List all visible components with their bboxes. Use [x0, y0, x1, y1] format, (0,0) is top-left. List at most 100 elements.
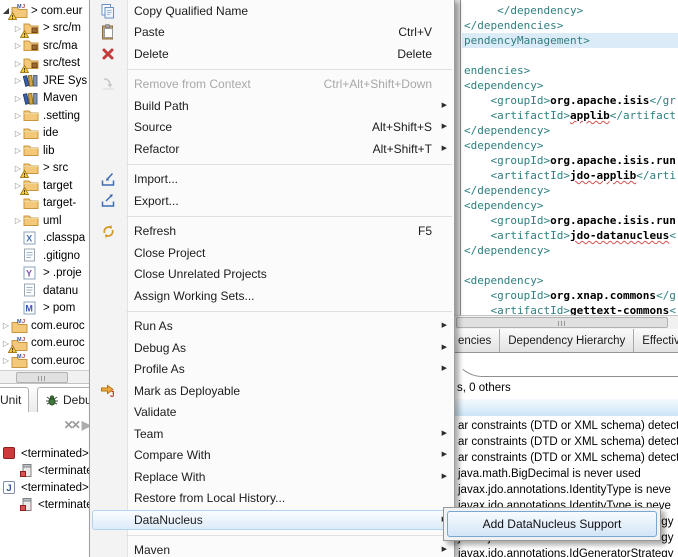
code-line[interactable]: <dependency> [464, 138, 543, 153]
code-line[interactable]: <groupId>org.apache.isis.run [464, 153, 676, 168]
expand-arrow-icon[interactable]: ▷ [13, 107, 23, 124]
tree-item-src[interactable]: ▷> src [13, 160, 68, 177]
menu-item-replace-with[interactable]: Replace With▶ [90, 466, 454, 488]
menu-item-import[interactable]: Import... [90, 169, 454, 191]
explorer-hscrollbar[interactable] [0, 370, 90, 384]
code-line[interactable]: <dependency> [464, 273, 543, 288]
menu-item-close-unrelated-projects[interactable]: Close Unrelated Projects [90, 264, 454, 286]
code-line[interactable]: <artifactId>gettext-commons< [464, 303, 676, 315]
expand-arrow-icon[interactable]: ▷ [13, 142, 23, 159]
menu-item-assign-working-sets[interactable]: Assign Working Sets... [90, 285, 454, 307]
menu-item-datanucleus[interactable]: DataNucleus▶ [90, 509, 454, 531]
expand-arrow-icon[interactable]: ▷ [13, 37, 23, 54]
tree-item-lib[interactable]: ▷lib [13, 142, 55, 159]
tab-dependencies[interactable]: encies [455, 329, 500, 352]
menu-item-profile-as[interactable]: Profile As▶ [90, 359, 454, 381]
code-line[interactable]: <artifactId>applib</artifact [464, 108, 676, 123]
expand-arrow-icon[interactable]: ▷ [13, 90, 23, 107]
tree-item-datanu[interactable]: datanu [13, 282, 78, 299]
debug-launch-row[interactable]: <terminate [20, 462, 93, 479]
code-line[interactable]: <dependency> [464, 198, 543, 213]
explorer-hscrollbar-thumb[interactable] [16, 372, 68, 383]
no-icon [97, 245, 119, 261]
tree-item-maven[interactable]: ▷Maven [13, 90, 78, 107]
debug-launch-row[interactable]: <terminated> [3, 445, 89, 462]
code-line[interactable]: <artifactId>jdo-applib</arti [464, 168, 676, 183]
code-line[interactable]: <groupId>org.apache.isis</gr [464, 93, 676, 108]
tree-item-proje[interactable]: Y> .proje [13, 265, 82, 282]
code-line[interactable]: endencies> [464, 63, 530, 78]
menu-item-restore-from-local-history[interactable]: Restore from Local History... [90, 488, 454, 510]
submenu-arrow-icon: ▶ [442, 343, 447, 353]
problem-row[interactable]: ar constraints (DTD or XML schema) detec… [458, 434, 678, 450]
code-line[interactable]: <dependency> [464, 78, 543, 93]
problem-row[interactable]: java.math.BigDecimal is never used [458, 466, 641, 482]
menu-item-export[interactable]: Export... [90, 190, 454, 212]
tree-item-com-euroc[interactable]: ▷MJcom.euroc [1, 317, 85, 334]
expand-arrow-icon[interactable]: ▷ [1, 317, 11, 334]
menu-item-label: DataNucleus [134, 513, 203, 527]
problem-row[interactable]: javax.jdo.annotations.IdentityType is ne… [458, 482, 671, 498]
menu-item-validate[interactable]: Validate [90, 402, 454, 424]
problem-row[interactable]: ar constraints (DTD or XML schema) detec… [458, 418, 678, 434]
code-line[interactable]: pendencyManagement> [464, 33, 590, 48]
tree-item-label: datanu [43, 285, 78, 297]
problem-row[interactable]: ar constraints (DTD or XML schema) detec… [458, 450, 678, 466]
menu-item-debug-as[interactable]: Debug As▶ [90, 337, 454, 359]
menu-item-add-datanucleus-support[interactable]: Add DataNucleus Support [447, 511, 657, 537]
tree-item-com-euroc[interactable]: ▷MJcom.euroc [1, 335, 85, 352]
tree-item-gitigno[interactable]: .gitigno [13, 247, 80, 264]
tree-item-uml[interactable]: ▷uml [13, 212, 62, 229]
tree-item-ide[interactable]: ▷ide [13, 125, 58, 142]
import-icon [97, 171, 119, 187]
code-line[interactable]: </dependencies> [464, 18, 563, 33]
menu-item-refactor[interactable]: RefactorAlt+Shift+T▶ [90, 138, 454, 160]
menu-item-paste[interactable]: PasteCtrl+V [90, 22, 454, 44]
editor-hscrollbar[interactable] [455, 315, 678, 329]
menu-item-refresh[interactable]: RefreshF5 [90, 221, 454, 243]
code-line[interactable]: <groupId>org.xnap.commons</g [464, 288, 676, 303]
tab-effective-pom[interactable]: Effective P [634, 329, 678, 352]
menu-item-close-project[interactable]: Close Project [90, 242, 454, 264]
tree-item-pom[interactable]: M> pom [13, 300, 75, 317]
code-line[interactable]: </dependency> [464, 3, 583, 18]
problem-row[interactable]: javax.jdo.annotations.IdGeneratorStrateg… [458, 546, 673, 557]
menu-item-mark-as-deployable[interactable]: JMark as Deployable [90, 380, 454, 402]
remove-terminated-icon[interactable]: ✕✕ [64, 418, 78, 432]
expand-arrow-icon[interactable]: ▷ [13, 212, 23, 229]
debug-launch-row[interactable]: J<terminated> [3, 479, 89, 496]
tab-junit[interactable]: Unit [0, 387, 29, 412]
menu-item-copy-qualified-name[interactable]: Copy Qualified Name [90, 0, 454, 22]
tab-dependency-hierarchy[interactable]: Dependency Hierarchy [500, 329, 634, 352]
code-line[interactable]: </dependency> [464, 123, 550, 138]
tree-item-src-ma[interactable]: ▷src/ma [13, 37, 78, 54]
code-line[interactable]: </dependency> [464, 243, 550, 258]
menu-item-team[interactable]: Team▶ [90, 423, 454, 445]
menu-item-delete[interactable]: DeleteDelete [90, 43, 454, 65]
code-line[interactable]: </dependency> [464, 183, 550, 198]
expand-arrow-icon[interactable]: ▷ [13, 72, 23, 89]
expand-arrow-icon[interactable]: ▷ [1, 352, 11, 369]
debug-launch-row[interactable]: <terminate [20, 496, 93, 513]
tree-item-com-eur[interactable]: ◢MJ> com.eur [1, 2, 82, 19]
package-explorer-panel[interactable]: ◢MJ> com.eur▷> src/m▷src/ma▷src/test▷JRE… [0, 0, 90, 370]
tree-item-classpa[interactable]: X.classpa [13, 230, 85, 247]
code-line[interactable]: <artifactId>jdo-datanucleus< [464, 228, 676, 243]
pom-xml-editor[interactable]: </dependency></dependencies>pendencyMana… [455, 0, 678, 315]
expand-arrow-icon[interactable]: ▷ [13, 125, 23, 142]
editor-hscrollbar-thumb[interactable] [456, 317, 668, 328]
problems-header-band[interactable] [455, 399, 678, 416]
tree-item-src-test[interactable]: ▷src/test [13, 55, 80, 72]
tree-item-src-m[interactable]: ▷> src/m [13, 20, 81, 37]
tree-item-jre-sys[interactable]: ▷JRE Sys [13, 72, 87, 89]
menu-item-build-path[interactable]: Build Path▶ [90, 95, 454, 117]
tree-item-target[interactable]: target- [13, 195, 76, 212]
menu-item-maven[interactable]: Maven▶ [90, 540, 454, 557]
tree-item-com-euroc[interactable]: ▷MJcom.euroc [1, 352, 85, 369]
tree-item-target[interactable]: ▷target [13, 177, 72, 194]
menu-item-source[interactable]: SourceAlt+Shift+S▶ [90, 117, 454, 139]
menu-item-compare-with[interactable]: Compare With▶ [90, 445, 454, 467]
tree-item-setting[interactable]: ▷.setting [13, 107, 80, 124]
menu-item-run-as[interactable]: Run As▶ [90, 316, 454, 338]
code-line[interactable]: <groupId>org.apache.isis.run [464, 213, 676, 228]
